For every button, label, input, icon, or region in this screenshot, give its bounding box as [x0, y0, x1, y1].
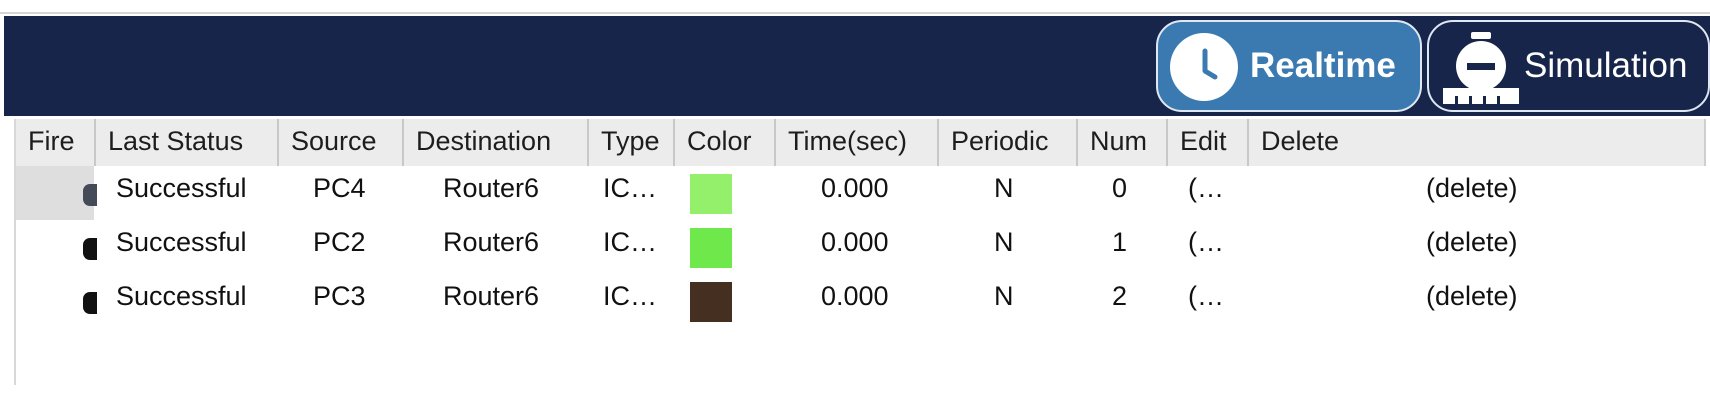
fire-indicator-icon — [83, 292, 97, 314]
delete-link[interactable]: (delete) — [1426, 274, 1518, 318]
column-header-destination[interactable]: Destination — [404, 119, 589, 166]
column-header-source[interactable]: Source — [279, 119, 404, 166]
fire-cell[interactable] — [16, 220, 97, 274]
periodic-cell: N — [994, 281, 1014, 311]
simulation-mode-button[interactable]: Simulation — [1427, 20, 1710, 112]
color-swatch[interactable] — [690, 282, 732, 322]
delete-link[interactable]: (delete) — [1426, 166, 1518, 210]
clock-icon — [1170, 33, 1238, 101]
edit-link[interactable]: (… — [1188, 220, 1224, 264]
time-cell: 0.000 — [821, 227, 889, 257]
event-list-table: Fire Last Status Source Destination Type… — [14, 119, 1706, 385]
source-cell: PC4 — [313, 173, 366, 203]
destination-cell: Router6 — [443, 281, 540, 311]
fire-indicator-icon — [83, 184, 97, 206]
color-swatch[interactable] — [690, 174, 732, 214]
column-header-fire[interactable]: Fire — [16, 119, 96, 166]
type-cell: IC… — [603, 227, 657, 257]
type-cell: IC… — [603, 281, 657, 311]
mode-toolbar: Realtime Simulation — [4, 16, 1710, 116]
column-header-type[interactable]: Type — [589, 119, 675, 166]
realtime-mode-button[interactable]: Realtime — [1156, 20, 1422, 112]
last-status-cell: Successful — [116, 173, 247, 203]
delete-link[interactable]: (delete) — [1426, 220, 1518, 264]
stopwatch-icon — [1443, 32, 1519, 104]
last-status-cell: Successful — [116, 281, 247, 311]
source-cell: PC3 — [313, 281, 366, 311]
destination-cell: Router6 — [443, 227, 540, 257]
edit-link[interactable]: (… — [1188, 166, 1224, 210]
time-cell: 0.000 — [821, 281, 889, 311]
num-cell: 2 — [1112, 281, 1128, 311]
num-cell: 0 — [1112, 173, 1128, 203]
window-top-edge — [0, 0, 1710, 14]
realtime-label: Realtime — [1250, 46, 1396, 85]
column-header-edit[interactable]: Edit — [1168, 119, 1249, 166]
column-header-delete[interactable]: Delete — [1249, 119, 1704, 166]
fire-indicator-icon — [83, 238, 97, 260]
table-header: Fire Last Status Source Destination Type… — [16, 119, 1706, 166]
type-cell: IC… — [603, 173, 657, 203]
source-cell: PC2 — [313, 227, 366, 257]
column-header-num[interactable]: Num — [1078, 119, 1168, 166]
fire-cell[interactable] — [16, 166, 97, 220]
column-header-time[interactable]: Time(sec) — [776, 119, 939, 166]
column-header-periodic[interactable]: Periodic — [939, 119, 1078, 166]
table-row[interactable]: Successful PC2 Router6 IC… 0.000 N 1 (… … — [16, 220, 1706, 274]
column-header-last-status[interactable]: Last Status — [96, 119, 279, 166]
fire-cell[interactable] — [16, 274, 97, 328]
table-row[interactable]: Successful PC4 Router6 IC… 0.000 N 0 (… … — [16, 166, 1706, 220]
periodic-cell: N — [994, 227, 1014, 257]
column-header-color[interactable]: Color — [675, 119, 776, 166]
periodic-cell: N — [994, 173, 1014, 203]
edit-link[interactable]: (… — [1188, 274, 1224, 318]
num-cell: 1 — [1112, 227, 1128, 257]
color-swatch[interactable] — [690, 228, 732, 268]
simulation-label: Simulation — [1524, 46, 1688, 85]
table-row[interactable]: Successful PC3 Router6 IC… 0.000 N 2 (… … — [16, 274, 1706, 328]
time-cell: 0.000 — [821, 173, 889, 203]
last-status-cell: Successful — [116, 227, 247, 257]
destination-cell: Router6 — [443, 173, 540, 203]
